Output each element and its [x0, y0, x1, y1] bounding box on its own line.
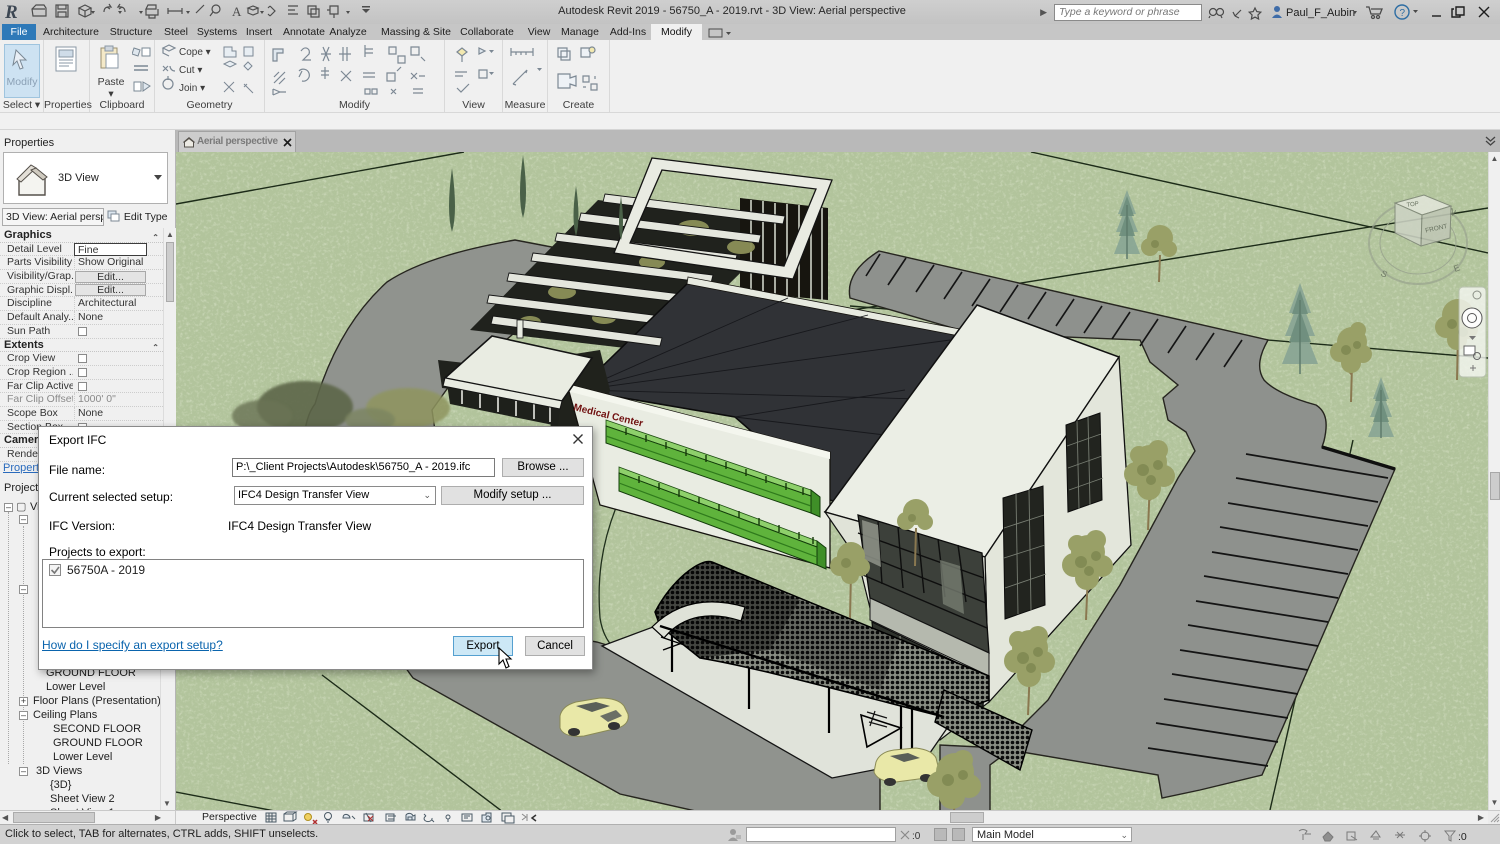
- svg-text:Join ▾: Join ▾: [179, 83, 205, 94]
- svg-text:Cut ▾: Cut ▾: [179, 65, 202, 76]
- svg-text::0: :0: [912, 831, 921, 842]
- svg-text:?: ?: [1400, 8, 1406, 19]
- svg-text:Paul_F_Aubin: Paul_F_Aubin: [1286, 7, 1355, 19]
- svg-text::0: :0: [1458, 831, 1467, 843]
- svg-text:Cope ▾: Cope ▾: [179, 47, 211, 58]
